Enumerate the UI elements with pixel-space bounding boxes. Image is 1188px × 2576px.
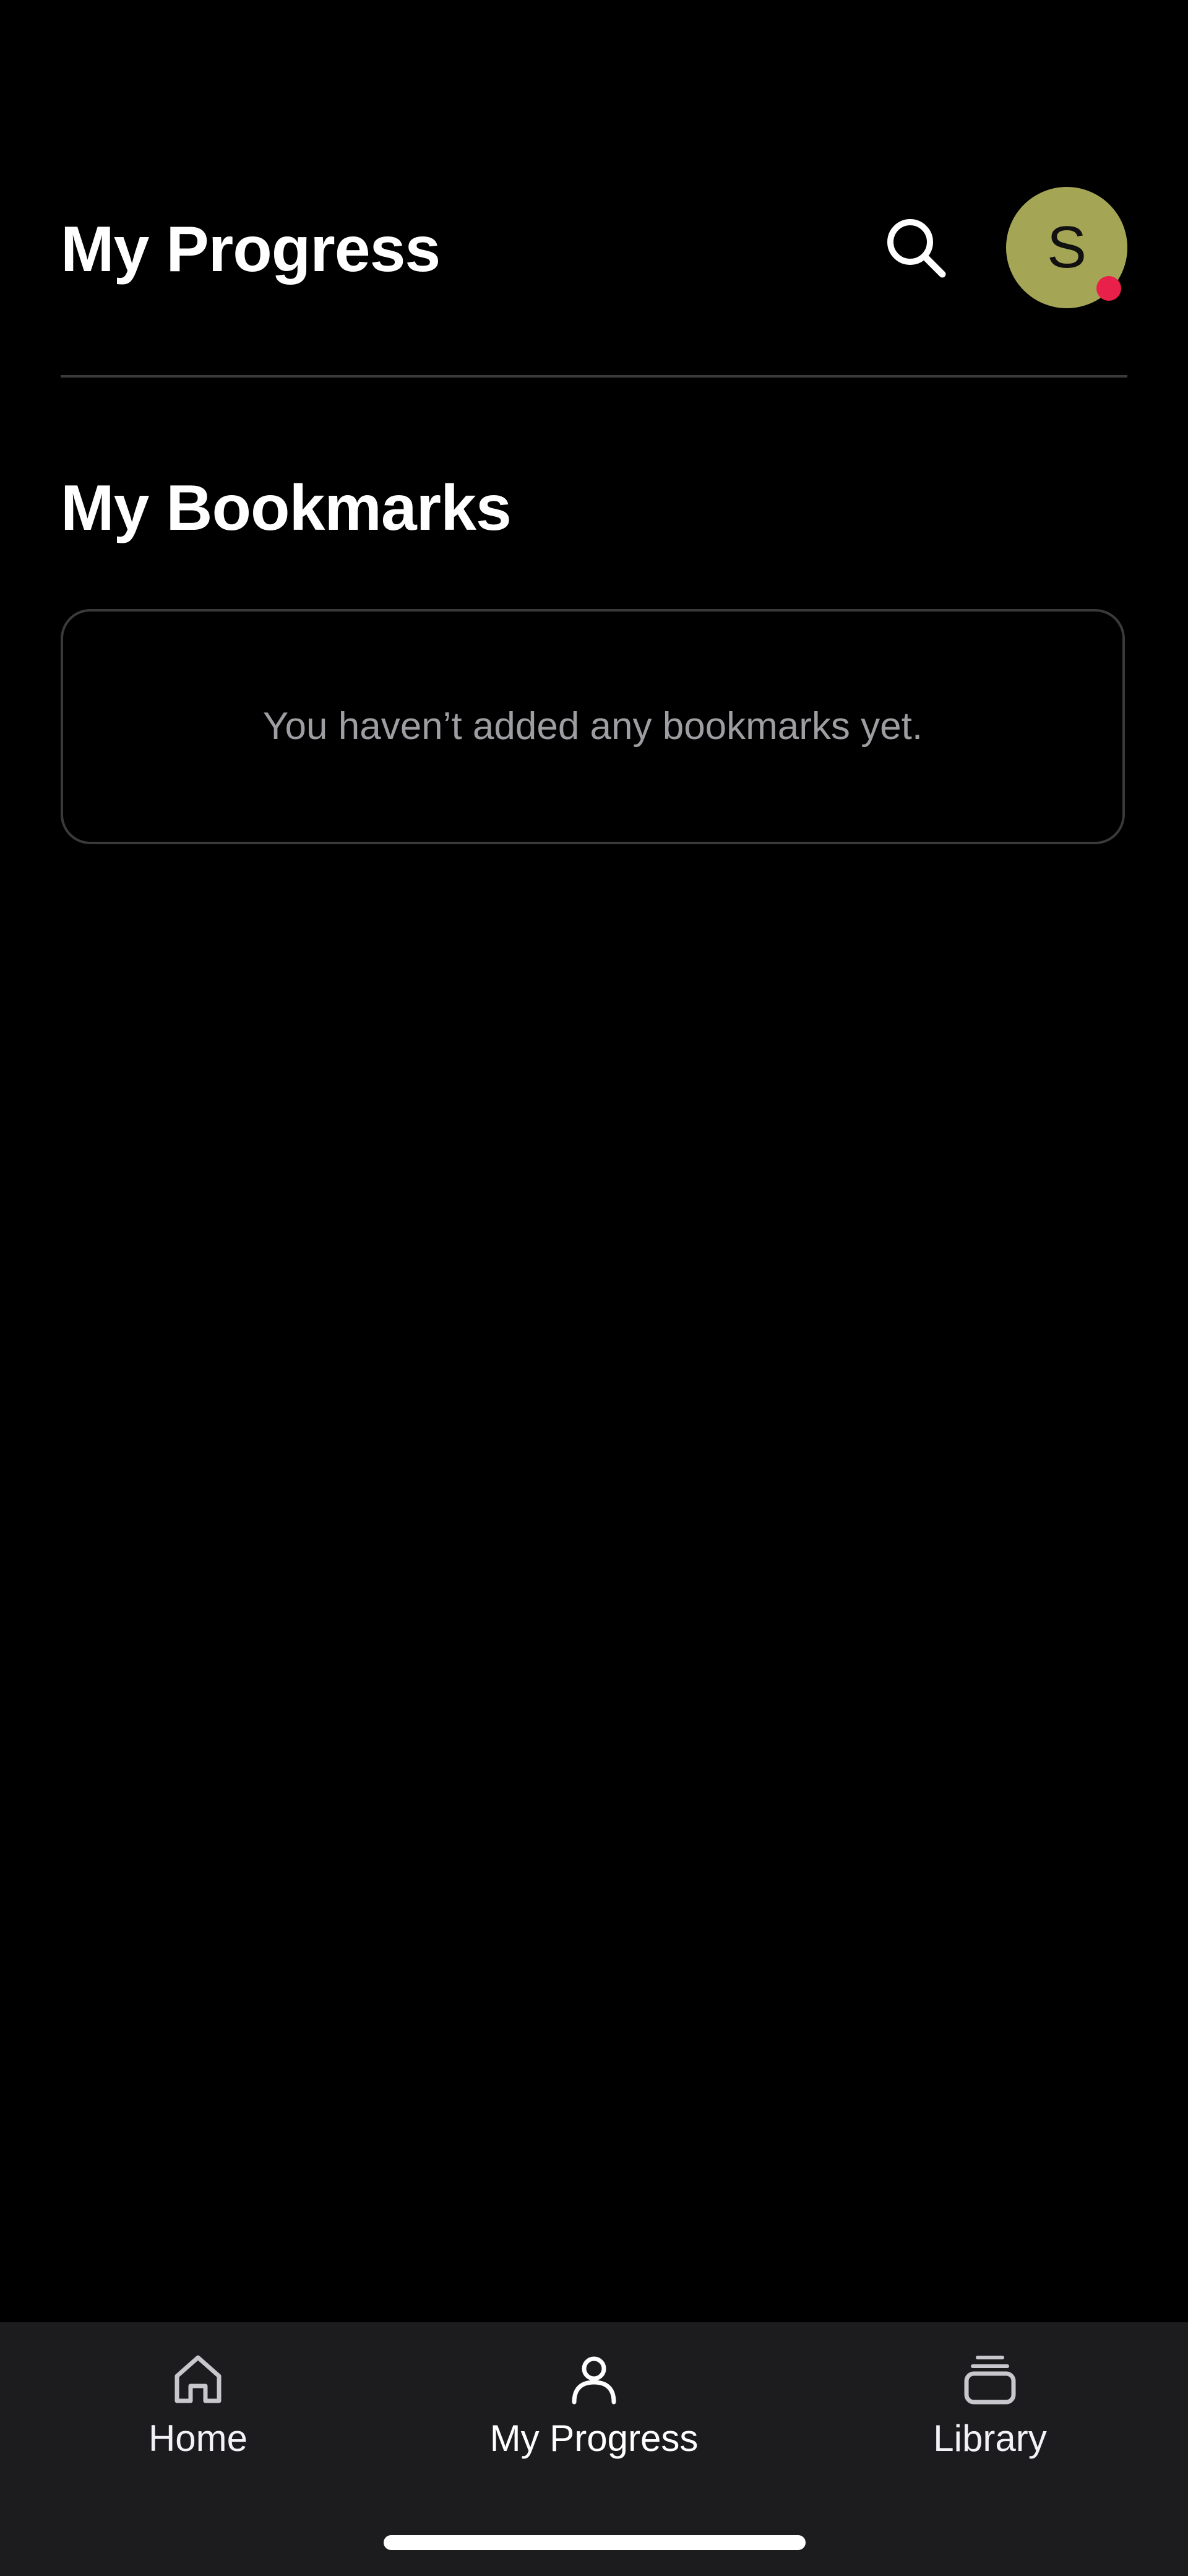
tab-icon-wrapper: [560, 2345, 628, 2413]
search-icon: [887, 219, 946, 278]
tab-icon-wrapper: [164, 2345, 232, 2413]
home-indicator: [384, 2535, 806, 2550]
header-divider: [61, 375, 1127, 378]
bookmarks-empty-state-card: You haven’t added any bookmarks yet.: [61, 609, 1125, 844]
bookmarks-section-title: My Bookmarks: [61, 472, 512, 544]
page-title: My Progress: [61, 214, 441, 285]
search-button[interactable]: [879, 210, 953, 285]
person-icon: [572, 2356, 616, 2405]
tab-home[interactable]: Home: [0, 2322, 396, 2483]
tab-icon-wrapper: [956, 2345, 1024, 2413]
notification-badge: [1096, 276, 1121, 301]
tab-my-progress[interactable]: My Progress: [396, 2322, 792, 2483]
tab-library[interactable]: Library: [792, 2322, 1188, 2483]
bookmarks-empty-message: You haven’t added any bookmarks yet.: [262, 705, 923, 748]
tab-library-label: Library: [933, 2418, 1047, 2459]
tab-my-progress-label: My Progress: [489, 2418, 699, 2459]
avatar-initial: S: [1046, 214, 1087, 280]
tab-home-label: Home: [148, 2418, 248, 2459]
home-icon: [174, 2355, 222, 2403]
top-header: My Progress S: [0, 0, 1188, 378]
library-stack-icon: [964, 2356, 1016, 2405]
